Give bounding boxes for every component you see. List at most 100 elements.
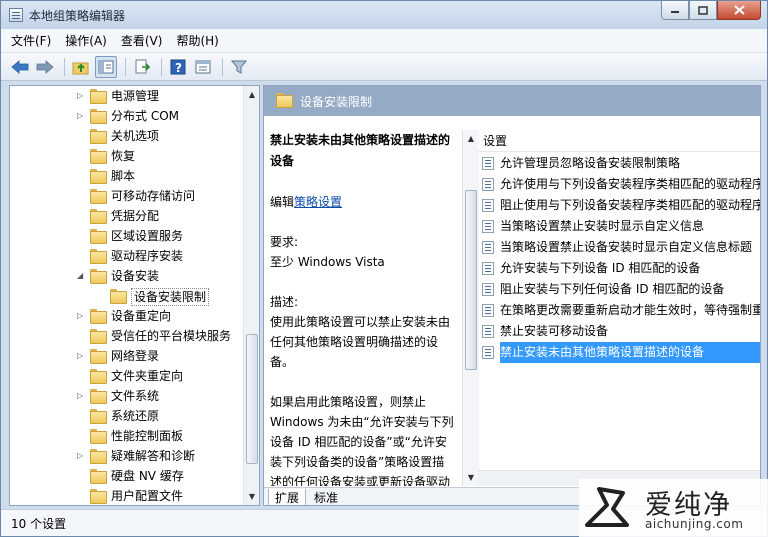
tree-item[interactable]: 关机选项 <box>10 126 244 146</box>
tree-item-label: 设备安装限制 <box>131 288 210 306</box>
setting-row[interactable]: 允许使用与下列设备安装程序类相匹配的驱动程序 <box>478 174 760 195</box>
tree-item[interactable]: 硬盘 NV 缓存 <box>10 466 244 486</box>
tree-item-label: 电源管理 <box>111 89 160 103</box>
scroll-down-icon[interactable]: ▼ <box>244 488 259 505</box>
menu-file[interactable]: 文件(F) <box>11 32 51 49</box>
menu-action[interactable]: 操作(A) <box>65 32 107 49</box>
tree-item[interactable]: 设备安装限制 <box>10 286 244 306</box>
folder-icon <box>90 209 107 224</box>
tree-item[interactable]: 性能控制面板 <box>10 426 244 446</box>
scroll-thumb[interactable] <box>465 190 477 370</box>
tree-item[interactable]: 系统还原 <box>10 406 244 426</box>
policy-setting-icon <box>482 304 494 317</box>
app-window: 本地组策略编辑器 文件(F) 操作(A) 查看(V) 帮助(H) ? ▷ 电源管… <box>0 0 768 537</box>
menu-bar: 文件(F) 操作(A) 查看(V) 帮助(H) <box>1 29 767 53</box>
policy-setting-icon <box>482 178 494 191</box>
tree-item[interactable]: ▷ 网络登录 <box>10 346 244 366</box>
setting-row[interactable]: 允许管理员忽略设备安装限制策略 <box>478 153 760 174</box>
expand-arrow-icon[interactable]: ▷ <box>77 306 87 326</box>
filter-icon[interactable] <box>228 56 250 78</box>
tree-item[interactable]: 脚本 <box>10 166 244 186</box>
tree-pane[interactable]: ▷ 电源管理 ▷ 分布式 COM 关机选项 恢复 脚本可移动存储访问凭据分配 区域设置服务驱动… <box>9 85 260 506</box>
back-arrow-icon[interactable] <box>9 56 31 78</box>
right-header: 设备安装限制 <box>264 86 760 116</box>
expand-arrow-icon[interactable]: ▷ <box>77 346 87 366</box>
tree-item[interactable]: 恢复 <box>10 146 244 166</box>
setting-label: 允许使用与下列设备安装程序类相匹配的驱动程序 <box>500 177 760 191</box>
title-bar: 本地组策略编辑器 <box>1 1 767 29</box>
setting-row[interactable]: 禁止安装未由其他策略设置描述的设备 <box>478 342 760 363</box>
setting-row[interactable]: 在策略更改需要重新启动才能生效时，等待强制重 <box>478 300 760 321</box>
status-text: 10 个设置 <box>11 517 67 531</box>
close-icon[interactable] <box>717 1 761 20</box>
show-hide-tree-icon[interactable] <box>95 55 117 78</box>
forward-arrow-icon[interactable] <box>34 56 56 78</box>
expand-arrow-icon[interactable]: ▷ <box>77 86 87 106</box>
tree-item[interactable]: ▷ 电源管理 <box>10 86 244 106</box>
tree-item-label: 驱动程序安装 <box>111 249 184 263</box>
tree-item-label: 分布式 COM <box>111 109 179 123</box>
setting-row[interactable]: 阻止安装与下列任何设备 ID 相匹配的设备 <box>478 279 760 300</box>
setting-row[interactable]: 当策略设置禁止安装时显示自定义信息 <box>478 216 760 237</box>
tree-item-label: 受信任的平台模块服务 <box>111 329 232 343</box>
setting-label: 当策略设置禁止设备安装时显示自定义信息标题 <box>500 240 753 254</box>
tree-item-label: 设备安装 <box>111 269 160 283</box>
expand-arrow-icon[interactable]: ▷ <box>77 386 87 406</box>
settings-column-header[interactable]: 设置 <box>478 130 760 152</box>
tree-scrollbar[interactable]: ▲ ▼ <box>243 86 259 505</box>
properties-icon[interactable] <box>192 56 214 78</box>
description-label: 描述: <box>270 295 299 309</box>
tree-item[interactable]: ▷ 设备重定向 <box>10 306 244 326</box>
tree-item[interactable]: ▷ 分布式 COM <box>10 106 244 126</box>
tree-item-label: 文件夹重定向 <box>111 369 184 383</box>
setting-row[interactable]: 禁止安装可移动设备 <box>478 321 760 342</box>
tree-item-label: 疑难解答和诊断 <box>111 449 196 463</box>
folder-icon <box>90 249 107 264</box>
scroll-down-icon[interactable]: ▼ <box>463 469 479 486</box>
folder-icon <box>90 469 107 484</box>
setting-row[interactable]: 允许安装与下列设备 ID 相匹配的设备 <box>478 258 760 279</box>
tree-item[interactable]: 用户配置文件 <box>10 486 244 505</box>
tree-item[interactable]: ▷ 文件系统 <box>10 386 244 406</box>
description-scrollbar[interactable]: ▲ ▼ <box>462 130 479 486</box>
policy-setting-icon <box>482 199 494 212</box>
tree-item[interactable]: 凭据分配 <box>10 206 244 226</box>
tree-item-label: 可移动存储访问 <box>111 189 196 203</box>
app-icon <box>9 8 23 22</box>
edit-prefix: 编辑 <box>270 195 295 209</box>
requirements-label: 要求: <box>270 235 299 249</box>
description-panel: 禁止安装未由其他策略设置描述的设备 编辑策略设置 要求: 至少 Windows … <box>264 130 462 486</box>
tree-item[interactable]: 驱动程序安装 <box>10 246 244 266</box>
tree-item[interactable]: 受信任的平台模块服务 <box>10 326 244 346</box>
setting-row[interactable]: 当策略设置禁止设备安装时显示自定义信息标题 <box>478 237 760 258</box>
tree-item[interactable]: ▷ 疑难解答和诊断 <box>10 446 244 466</box>
tab-standard[interactable]: 标准 <box>308 489 344 505</box>
requirements-value: 至少 Windows Vista <box>270 255 385 269</box>
expand-arrow-icon[interactable]: ▷ <box>77 446 87 466</box>
up-folder-icon[interactable] <box>70 56 92 78</box>
tree-item[interactable]: 区域设置服务 <box>10 226 244 246</box>
edit-policy-link[interactable]: 策略设置 <box>294 195 342 209</box>
export-list-icon[interactable] <box>131 56 153 78</box>
minimize-icon[interactable] <box>661 1 689 20</box>
scroll-thumb[interactable] <box>246 334 258 464</box>
setting-label: 允许管理员忽略设备安装限制策略 <box>500 156 681 170</box>
collapse-arrow-icon[interactable]: ◢ <box>77 266 87 286</box>
scroll-up-icon[interactable]: ▲ <box>463 130 479 147</box>
tree-item[interactable]: 可移动存储访问 <box>10 186 244 206</box>
setting-row[interactable]: 阻止使用与下列设备安装程序类相匹配的驱动程序 <box>478 195 760 216</box>
menu-help[interactable]: 帮助(H) <box>176 32 218 49</box>
folder-icon <box>276 93 293 108</box>
tree-item[interactable]: 文件夹重定向 <box>10 366 244 386</box>
maximize-icon[interactable] <box>689 1 717 20</box>
folder-icon <box>90 89 107 104</box>
help-icon[interactable]: ? <box>167 56 189 78</box>
expand-arrow-icon[interactable]: ▷ <box>77 106 87 126</box>
menu-view[interactable]: 查看(V) <box>121 32 163 49</box>
toolbar-separator <box>161 57 162 76</box>
tree-item[interactable]: ◢ 设备安装 <box>10 266 244 286</box>
tab-extended[interactable]: 扩展 <box>268 489 307 505</box>
tree-item-label: 用户配置文件 <box>111 489 184 503</box>
scroll-up-icon[interactable]: ▲ <box>244 86 259 103</box>
folder-icon <box>90 449 107 464</box>
